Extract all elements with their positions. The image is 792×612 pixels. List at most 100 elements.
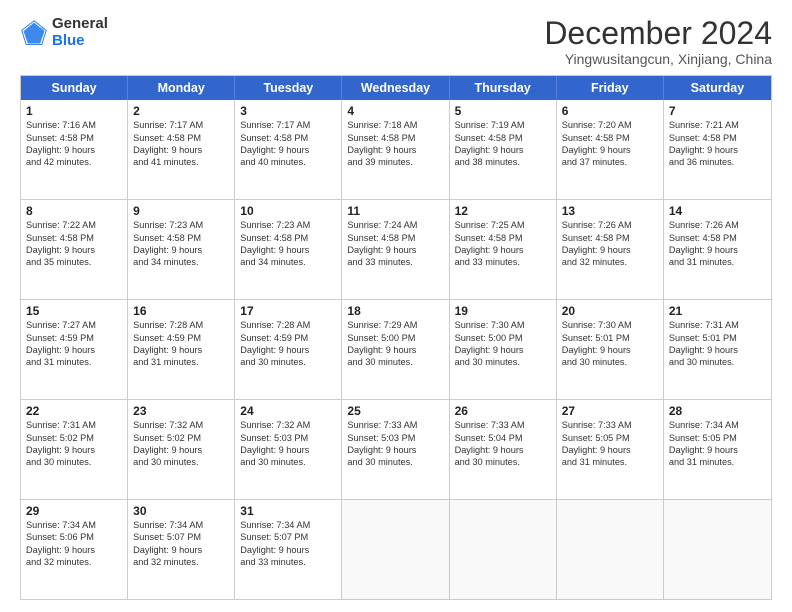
cell-info-line: Sunrise: 7:31 AM (26, 419, 122, 431)
cell-info-line: and 42 minutes. (26, 156, 122, 168)
weekday-header-monday: Monday (128, 76, 235, 100)
day-cell-19: 19Sunrise: 7:30 AMSunset: 5:00 PMDayligh… (450, 300, 557, 399)
cell-info-line: Daylight: 9 hours (669, 344, 766, 356)
cell-info-line: Sunset: 4:59 PM (133, 332, 229, 344)
day-cell-7: 7Sunrise: 7:21 AMSunset: 4:58 PMDaylight… (664, 100, 771, 199)
cell-info-line: and 41 minutes. (133, 156, 229, 168)
empty-cell (664, 500, 771, 599)
cell-info-line: Daylight: 9 hours (240, 144, 336, 156)
cell-info-line: Sunset: 4:58 PM (133, 132, 229, 144)
cell-info-line: Sunset: 5:00 PM (455, 332, 551, 344)
day-cell-2: 2Sunrise: 7:17 AMSunset: 4:58 PMDaylight… (128, 100, 235, 199)
cell-info-line: Daylight: 9 hours (26, 244, 122, 256)
cell-info-line: Sunrise: 7:30 AM (562, 319, 658, 331)
cell-info-line: and 30 minutes. (562, 356, 658, 368)
cell-info-line: Sunrise: 7:26 AM (669, 219, 766, 231)
cell-info-line: Sunset: 4:58 PM (26, 132, 122, 144)
day-cell-24: 24Sunrise: 7:32 AMSunset: 5:03 PMDayligh… (235, 400, 342, 499)
cell-info-line: Sunset: 4:58 PM (669, 132, 766, 144)
cell-info-line: Sunrise: 7:30 AM (455, 319, 551, 331)
day-cell-14: 14Sunrise: 7:26 AMSunset: 4:58 PMDayligh… (664, 200, 771, 299)
day-number: 26 (455, 404, 551, 418)
cell-info-line: Daylight: 9 hours (133, 444, 229, 456)
cell-info-line: Daylight: 9 hours (26, 344, 122, 356)
cell-info-line: Sunrise: 7:24 AM (347, 219, 443, 231)
day-cell-10: 10Sunrise: 7:23 AMSunset: 4:58 PMDayligh… (235, 200, 342, 299)
cell-info-line: Sunrise: 7:19 AM (455, 119, 551, 131)
cell-info-line: and 35 minutes. (26, 256, 122, 268)
cell-info-line: Daylight: 9 hours (669, 444, 766, 456)
cell-info-line: and 32 minutes. (26, 556, 122, 568)
calendar-header: SundayMondayTuesdayWednesdayThursdayFrid… (21, 76, 771, 100)
cell-info-line: Sunrise: 7:32 AM (240, 419, 336, 431)
cell-info-line: Sunset: 5:02 PM (133, 432, 229, 444)
cell-info-line: and 30 minutes. (455, 456, 551, 468)
day-number: 21 (669, 304, 766, 318)
weekday-header-saturday: Saturday (664, 76, 771, 100)
cell-info-line: Sunset: 5:05 PM (562, 432, 658, 444)
day-number: 28 (669, 404, 766, 418)
cell-info-line: Sunrise: 7:22 AM (26, 219, 122, 231)
cell-info-line: Daylight: 9 hours (347, 344, 443, 356)
day-cell-20: 20Sunrise: 7:30 AMSunset: 5:01 PMDayligh… (557, 300, 664, 399)
cell-info-line: Sunset: 4:58 PM (133, 232, 229, 244)
cell-info-line: Sunrise: 7:17 AM (240, 119, 336, 131)
day-number: 31 (240, 504, 336, 518)
day-number: 13 (562, 204, 658, 218)
cell-info-line: Sunset: 5:07 PM (240, 531, 336, 543)
cell-info-line: and 39 minutes. (347, 156, 443, 168)
cell-info-line: Sunset: 4:58 PM (455, 132, 551, 144)
day-cell-1: 1Sunrise: 7:16 AMSunset: 4:58 PMDaylight… (21, 100, 128, 199)
day-number: 25 (347, 404, 443, 418)
day-cell-3: 3Sunrise: 7:17 AMSunset: 4:58 PMDaylight… (235, 100, 342, 199)
day-cell-6: 6Sunrise: 7:20 AMSunset: 4:58 PMDaylight… (557, 100, 664, 199)
day-cell-5: 5Sunrise: 7:19 AMSunset: 4:58 PMDaylight… (450, 100, 557, 199)
cell-info-line: and 37 minutes. (562, 156, 658, 168)
day-number: 2 (133, 104, 229, 118)
day-cell-28: 28Sunrise: 7:34 AMSunset: 5:05 PMDayligh… (664, 400, 771, 499)
cell-info-line: Sunrise: 7:34 AM (133, 519, 229, 531)
cell-info-line: Daylight: 9 hours (133, 544, 229, 556)
day-cell-26: 26Sunrise: 7:33 AMSunset: 5:04 PMDayligh… (450, 400, 557, 499)
cell-info-line: Daylight: 9 hours (26, 144, 122, 156)
cell-info-line: Sunrise: 7:18 AM (347, 119, 443, 131)
cell-info-line: and 30 minutes. (455, 356, 551, 368)
cell-info-line: Sunset: 4:58 PM (347, 132, 443, 144)
cell-info-line: Sunrise: 7:34 AM (26, 519, 122, 531)
calendar-row-0: 1Sunrise: 7:16 AMSunset: 4:58 PMDaylight… (21, 100, 771, 199)
cell-info-line: Sunset: 4:58 PM (26, 232, 122, 244)
cell-info-line: Sunset: 5:03 PM (240, 432, 336, 444)
day-cell-16: 16Sunrise: 7:28 AMSunset: 4:59 PMDayligh… (128, 300, 235, 399)
cell-info-line: Sunset: 5:01 PM (562, 332, 658, 344)
cell-info-line: Sunrise: 7:33 AM (562, 419, 658, 431)
weekday-header-sunday: Sunday (21, 76, 128, 100)
calendar-row-4: 29Sunrise: 7:34 AMSunset: 5:06 PMDayligh… (21, 499, 771, 599)
cell-info-line: Daylight: 9 hours (669, 144, 766, 156)
cell-info-line: Sunset: 5:05 PM (669, 432, 766, 444)
cell-info-line: and 30 minutes. (347, 356, 443, 368)
cell-info-line: Daylight: 9 hours (562, 144, 658, 156)
cell-info-line: Sunrise: 7:26 AM (562, 219, 658, 231)
cell-info-line: Sunrise: 7:34 AM (240, 519, 336, 531)
cell-info-line: Daylight: 9 hours (347, 144, 443, 156)
cell-info-line: and 34 minutes. (133, 256, 229, 268)
cell-info-line: and 32 minutes. (562, 256, 658, 268)
cell-info-line: Sunrise: 7:33 AM (455, 419, 551, 431)
cell-info-line: Sunrise: 7:32 AM (133, 419, 229, 431)
cell-info-line: Sunset: 5:06 PM (26, 531, 122, 543)
cell-info-line: Sunrise: 7:16 AM (26, 119, 122, 131)
cell-info-line: Daylight: 9 hours (669, 244, 766, 256)
day-number: 11 (347, 204, 443, 218)
empty-cell (557, 500, 664, 599)
location-subtitle: Yingwusitangcun, Xinjiang, China (544, 51, 772, 67)
cell-info-line: and 30 minutes. (240, 356, 336, 368)
cell-info-line: Sunrise: 7:33 AM (347, 419, 443, 431)
cell-info-line: Sunrise: 7:28 AM (240, 319, 336, 331)
day-number: 22 (26, 404, 122, 418)
day-number: 6 (562, 104, 658, 118)
cell-info-line: and 31 minutes. (133, 356, 229, 368)
cell-info-line: and 30 minutes. (133, 456, 229, 468)
calendar-row-3: 22Sunrise: 7:31 AMSunset: 5:02 PMDayligh… (21, 399, 771, 499)
day-cell-13: 13Sunrise: 7:26 AMSunset: 4:58 PMDayligh… (557, 200, 664, 299)
day-cell-27: 27Sunrise: 7:33 AMSunset: 5:05 PMDayligh… (557, 400, 664, 499)
